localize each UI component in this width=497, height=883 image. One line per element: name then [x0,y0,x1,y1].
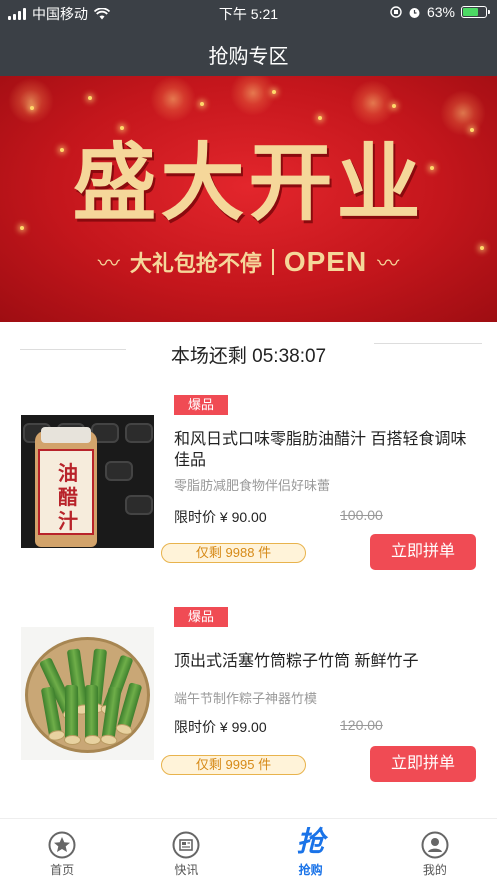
tab-home[interactable]: 首页 [0,819,124,883]
banner-subtitle-cn: 大礼包抢不停 [129,251,262,276]
tab-news[interactable]: 快讯 [124,819,248,883]
star-circle-icon [48,831,76,859]
alarm-icon [409,7,420,18]
user-icon [421,831,449,859]
hot-tag: 爆品 [174,395,228,415]
countdown: 本场还剩 05:38:07 [0,332,497,372]
banner-title: 盛大开业 [72,133,425,232]
tab-profile[interactable]: 我的 [373,819,497,883]
bottom-tab-bar: 首页 快讯 抢 抢购 我的 [0,818,497,883]
sale-price: 限时价 ¥ 90.00 [174,509,267,525]
cloud-swirl-right-icon: 〰 [377,251,400,276]
stock-badge: 仅剩 9988 件 [161,543,306,563]
news-icon [172,831,200,859]
banner-divider [271,249,274,275]
tab-label: 抢购 [298,863,323,877]
tab-label: 首页 [50,863,75,877]
product-card[interactable]: 爆品 顶出式活塞竹筒粽子竹筒 新鲜竹子 端午节制作粽子神器竹模 限时价 ¥ 99… [0,604,497,804]
orientation-lock-icon [390,6,402,18]
product-subtitle: 零脂肪减肥食物伴侣好味蕾 [174,478,331,493]
tab-label: 快讯 [174,863,199,877]
divider-right [374,343,482,344]
battery-icon [461,6,490,18]
banner-subtitle-en: OPEN [283,246,368,277]
countdown-text: 本场还剩 05:38:07 [170,346,327,367]
original-price: 100.00 [340,507,383,523]
product-title[interactable]: 和风日式口味零脂肪油醋汁 百搭轻食调味佳品 [174,429,474,471]
page-title: 抢购专区 [208,46,289,68]
product-image[interactable] [21,627,154,760]
product-title[interactable]: 顶出式活塞竹筒粽子竹筒 新鲜竹子 [174,651,474,672]
product-card[interactable]: 爆品 油 醋 汁 和风日式口味零脂肪油醋汁 百搭轻食调味佳品 零脂肪减肥食物伴侣… [0,392,497,592]
cloud-swirl-left-icon: 〰 [97,251,120,276]
group-buy-button[interactable]: 立即拼单 [370,534,476,570]
status-bar: 中国移动 下午 5:21 63% [0,0,497,26]
product-subtitle: 端午节制作粽子神器竹模 [174,691,318,706]
banner-subtitle: 〰 大礼包抢不停 OPEN 〰 [0,246,497,278]
product-image[interactable]: 油 醋 汁 [21,415,154,548]
qiang-char-icon: 抢 [296,826,325,857]
stock-badge: 仅剩 9995 件 [161,755,306,775]
bottle-label-char: 汁 [58,509,78,533]
hot-tag: 爆品 [174,607,228,627]
battery-percent: 63% [426,4,455,20]
sale-price: 限时价 ¥ 99.00 [174,719,267,735]
tab-label: 我的 [422,863,447,877]
top-bar: 中国移动 下午 5:21 63% 抢购专区 [0,0,497,76]
original-price: 120.00 [340,717,383,733]
tab-flash-sale[interactable]: 抢 抢购 [249,819,373,883]
status-right: 63% [390,4,490,20]
promo-banner[interactable]: 盛大开业 〰 大礼包抢不停 OPEN 〰 [0,76,497,322]
group-buy-button[interactable]: 立即拼单 [370,746,476,782]
